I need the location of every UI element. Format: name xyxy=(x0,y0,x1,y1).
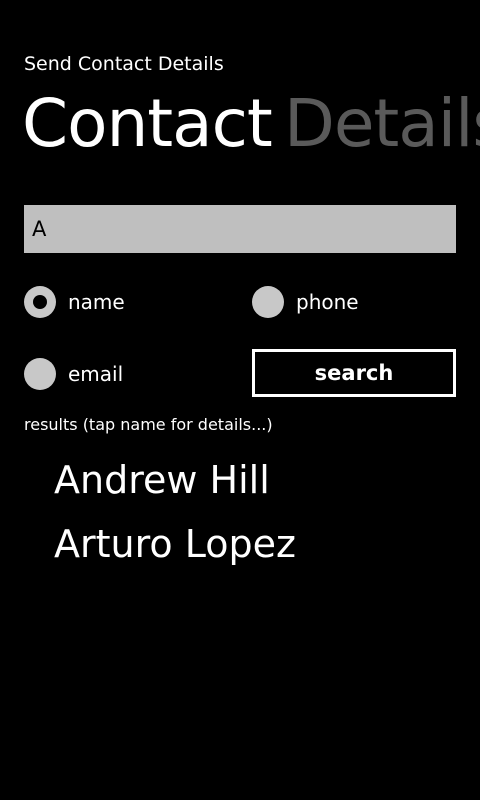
list-item[interactable]: Andrew Hill xyxy=(54,448,296,512)
pivot-tab-details[interactable]: Details xyxy=(284,84,480,164)
results-caption: results (tap name for details...) xyxy=(24,415,273,434)
radio-email[interactable]: email xyxy=(24,357,123,391)
list-item[interactable]: Arturo Lopez xyxy=(54,512,296,576)
radio-name-label: name xyxy=(68,290,125,314)
radio-email-label: email xyxy=(68,362,124,386)
pivot-previous-header-peek[interactable]: s xyxy=(0,84,2,164)
radio-name[interactable]: name xyxy=(24,285,125,319)
pivot-tab-contact[interactable]: Contact xyxy=(22,84,273,164)
radio-phone[interactable]: phone xyxy=(252,285,359,319)
radio-checked-icon[interactable] xyxy=(24,286,56,318)
pivot-headers: s Contact Details xyxy=(0,84,480,164)
radio-phone-label: phone xyxy=(296,290,359,314)
app-title: Send Contact Details xyxy=(24,53,224,75)
search-input[interactable] xyxy=(24,205,456,253)
results-list: Andrew Hill Arturo Lopez xyxy=(54,448,296,576)
radio-unchecked-icon[interactable] xyxy=(252,286,284,318)
radio-unchecked-icon[interactable] xyxy=(24,358,56,390)
search-button[interactable]: search xyxy=(252,349,456,397)
